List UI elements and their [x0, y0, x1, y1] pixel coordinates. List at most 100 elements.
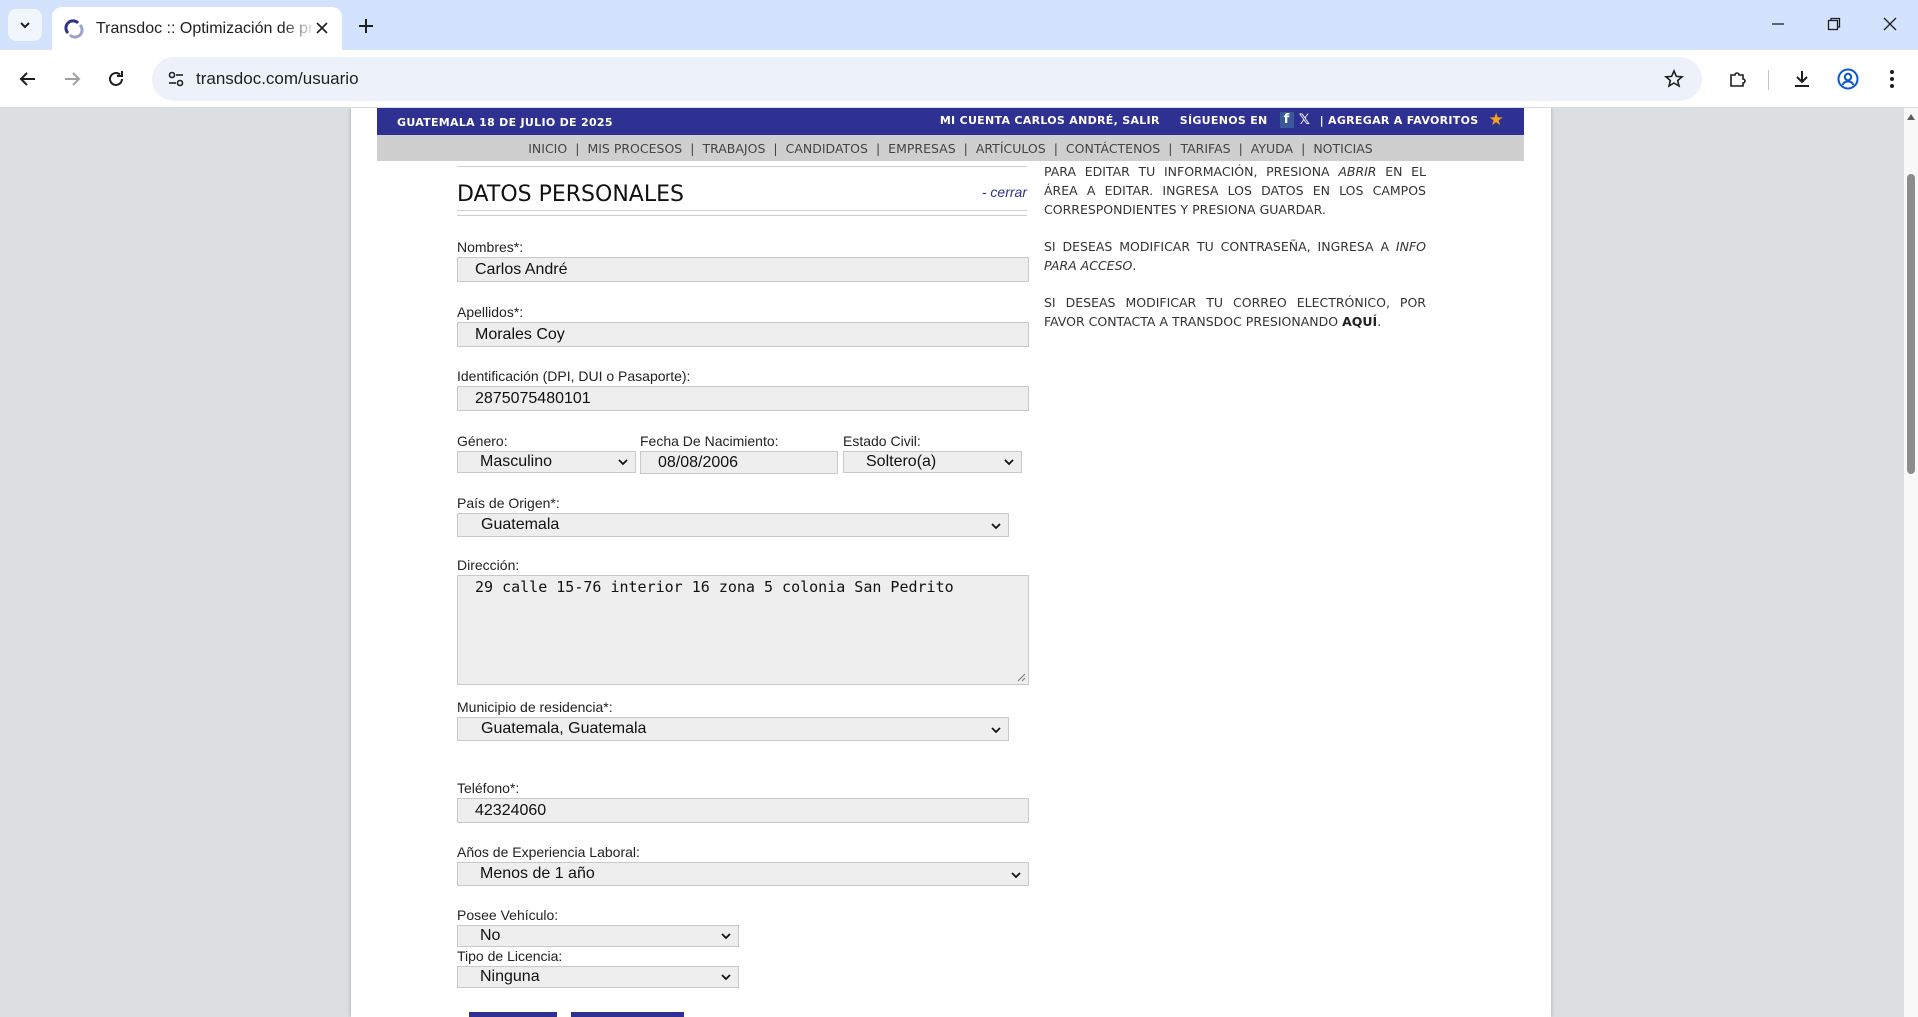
- divider: [457, 166, 1027, 167]
- municipio-value: Guatemala, Guatemala: [481, 720, 647, 737]
- nombres-input[interactable]: Carlos André: [457, 257, 1029, 282]
- reload-icon: [109, 71, 123, 86]
- apellidos-input[interactable]: Morales Coy: [457, 322, 1029, 347]
- chevron-down-icon: [721, 974, 731, 981]
- close-window-button[interactable]: [1862, 0, 1918, 48]
- scroll-up-arrow-icon[interactable]: [1907, 114, 1915, 120]
- nav-empresas[interactable]: EMPRESAS: [888, 141, 955, 156]
- experiencia-label: Años de Experiencia Laboral:: [457, 844, 640, 860]
- help-change-email: SI DESEAS MODIFICAR TU CORREO ELECTRÓNIC…: [1044, 295, 1426, 329]
- cancel-button[interactable]: [571, 1012, 684, 1017]
- licencia-value: Ninguna: [480, 968, 540, 985]
- profile-button[interactable]: [1832, 63, 1864, 95]
- estado-civil-select[interactable]: Soltero(a): [843, 451, 1022, 473]
- reload-button[interactable]: [100, 63, 132, 95]
- plus-icon: [359, 19, 373, 33]
- download-icon: [1795, 71, 1809, 87]
- municipio-select[interactable]: Guatemala, Guatemala: [457, 717, 1009, 741]
- nav-articulos[interactable]: ARTÍCULOS: [976, 141, 1046, 156]
- nav-contactenos[interactable]: CONTÁCTENOS: [1066, 141, 1160, 156]
- direccion-textarea[interactable]: 29 calle 15-76 interior 16 zona 5 coloni…: [457, 575, 1029, 685]
- nav-candidatos[interactable]: CANDIDATOS: [786, 141, 868, 156]
- divider: [457, 215, 1027, 216]
- estado-civil-value: Soltero(a): [866, 453, 937, 470]
- main-nav: INICIO | MIS PROCESOS | TRABAJOS | CANDIDAT…: [377, 135, 1524, 161]
- tab-strip: Transdoc :: Optimización de procesos: [0, 0, 1918, 50]
- nav-tarifas[interactable]: TARIFAS: [1180, 141, 1230, 156]
- licencia-label: Tipo de Licencia:: [457, 948, 563, 964]
- pais-origen-select[interactable]: Guatemala: [457, 513, 1009, 537]
- x-twitter-icon[interactable]: 𝕏: [1298, 112, 1312, 128]
- genero-label: Género:: [457, 433, 508, 449]
- close-icon: [1883, 17, 1897, 31]
- vehiculo-select[interactable]: No: [457, 925, 739, 947]
- direccion-value: 29 calle 15-76 interior 16 zona 5 coloni…: [475, 578, 954, 596]
- extensions-button[interactable]: [1722, 63, 1754, 95]
- transdoc-favicon-icon: [64, 18, 84, 39]
- telefono-input[interactable]: 42324060: [457, 798, 1029, 823]
- restore-button[interactable]: [1806, 0, 1862, 48]
- nav-noticias[interactable]: NOTICIAS: [1313, 141, 1372, 156]
- chevron-down-icon: [1011, 872, 1021, 879]
- save-button[interactable]: [469, 1012, 557, 1017]
- nav-ayuda[interactable]: AYUDA: [1251, 141, 1293, 156]
- genero-select[interactable]: Masculino: [457, 451, 636, 473]
- address-bar[interactable]: transdoc.com/usuario: [152, 57, 1702, 101]
- section-title: DATOS PERSONALES: [457, 182, 684, 207]
- nav-trabajos[interactable]: TRABAJOS: [702, 141, 765, 156]
- downloads-button[interactable]: [1786, 63, 1818, 95]
- minimize-button[interactable]: [1750, 0, 1806, 48]
- help-change-password: SI DESEAS MODIFICAR TU CONTRASEÑA, INGRE…: [1044, 239, 1426, 273]
- pais-origen-value: Guatemala: [481, 516, 560, 533]
- chevron-down-icon: [618, 459, 628, 466]
- chevron-down-icon: [1004, 459, 1014, 466]
- chevron-down-icon: [721, 933, 731, 940]
- account-link[interactable]: MI CUENTA CARLOS ANDRÉ, SALIR: [940, 114, 1160, 127]
- estado-civil-label: Estado Civil:: [843, 433, 921, 449]
- menu-button[interactable]: [1876, 63, 1908, 95]
- new-tab-button[interactable]: [350, 10, 382, 42]
- tab-title: Transdoc :: Optimización de procesos: [96, 19, 316, 37]
- url-text: transdoc.com/usuario: [196, 69, 359, 88]
- telefono-label: Teléfono*:: [457, 780, 520, 796]
- page-container: GUATEMALA 18 DE JULIO DE 2025 MI CUENTA …: [351, 108, 1551, 1017]
- identificacion-label: Identificación (DPI, DUI o Pasaporte):: [457, 368, 691, 384]
- site-info-icon[interactable]: [160, 63, 192, 95]
- vehiculo-value: No: [480, 927, 501, 944]
- divider: [457, 210, 1027, 211]
- genero-value: Masculino: [480, 453, 553, 470]
- facebook-icon[interactable]: f: [1279, 112, 1294, 128]
- municipio-label: Municipio de residencia*:: [457, 699, 613, 715]
- close-section-link[interactable]: - cerrar: [982, 184, 1027, 200]
- back-button[interactable]: [12, 63, 44, 95]
- resize-grip-icon[interactable]: [1017, 673, 1026, 682]
- favorites-star-icon[interactable]: ★: [1488, 112, 1504, 129]
- top-info-bar: GUATEMALA 18 DE JULIO DE 2025 MI CUENTA …: [377, 108, 1524, 135]
- active-tab[interactable]: Transdoc :: Optimización de procesos: [52, 7, 342, 50]
- experiencia-value: Menos de 1 año: [480, 865, 595, 882]
- aqui-link[interactable]: AQUÍ: [1342, 314, 1377, 329]
- bookmark-star-icon[interactable]: [1658, 63, 1690, 95]
- experiencia-select[interactable]: Menos de 1 año: [457, 862, 1029, 886]
- nav-inicio[interactable]: INICIO: [528, 141, 567, 156]
- puzzle-icon: [1730, 72, 1746, 87]
- nombres-label: Nombres*:: [457, 239, 524, 255]
- fecha-nacimiento-label: Fecha De Nacimiento:: [640, 433, 779, 449]
- forward-button[interactable]: [56, 63, 88, 95]
- pais-origen-label: País de Origen*:: [457, 495, 560, 511]
- scroll-thumb[interactable]: [1907, 174, 1915, 474]
- current-date: GUATEMALA 18 DE JULIO DE 2025: [397, 116, 613, 129]
- page-scrollbar[interactable]: [1904, 108, 1918, 1017]
- vehiculo-label: Posee Vehículo:: [457, 907, 559, 923]
- identificacion-input[interactable]: 2875075480101: [457, 386, 1029, 411]
- fecha-nacimiento-input[interactable]: 08/08/2006: [640, 451, 838, 474]
- more-vertical-icon: [1890, 70, 1894, 88]
- direccion-label: Dirección:: [457, 557, 520, 573]
- add-favorites-link[interactable]: | AGREGAR A FAVORITOS: [1320, 114, 1479, 127]
- licencia-select[interactable]: Ninguna: [457, 966, 739, 988]
- profile-avatar-icon: [1837, 68, 1859, 90]
- nav-mis-procesos[interactable]: MIS PROCESOS: [587, 141, 682, 156]
- chevron-down-icon: [20, 22, 30, 29]
- close-tab-icon[interactable]: [312, 18, 332, 38]
- tab-search-button[interactable]: [8, 9, 42, 41]
